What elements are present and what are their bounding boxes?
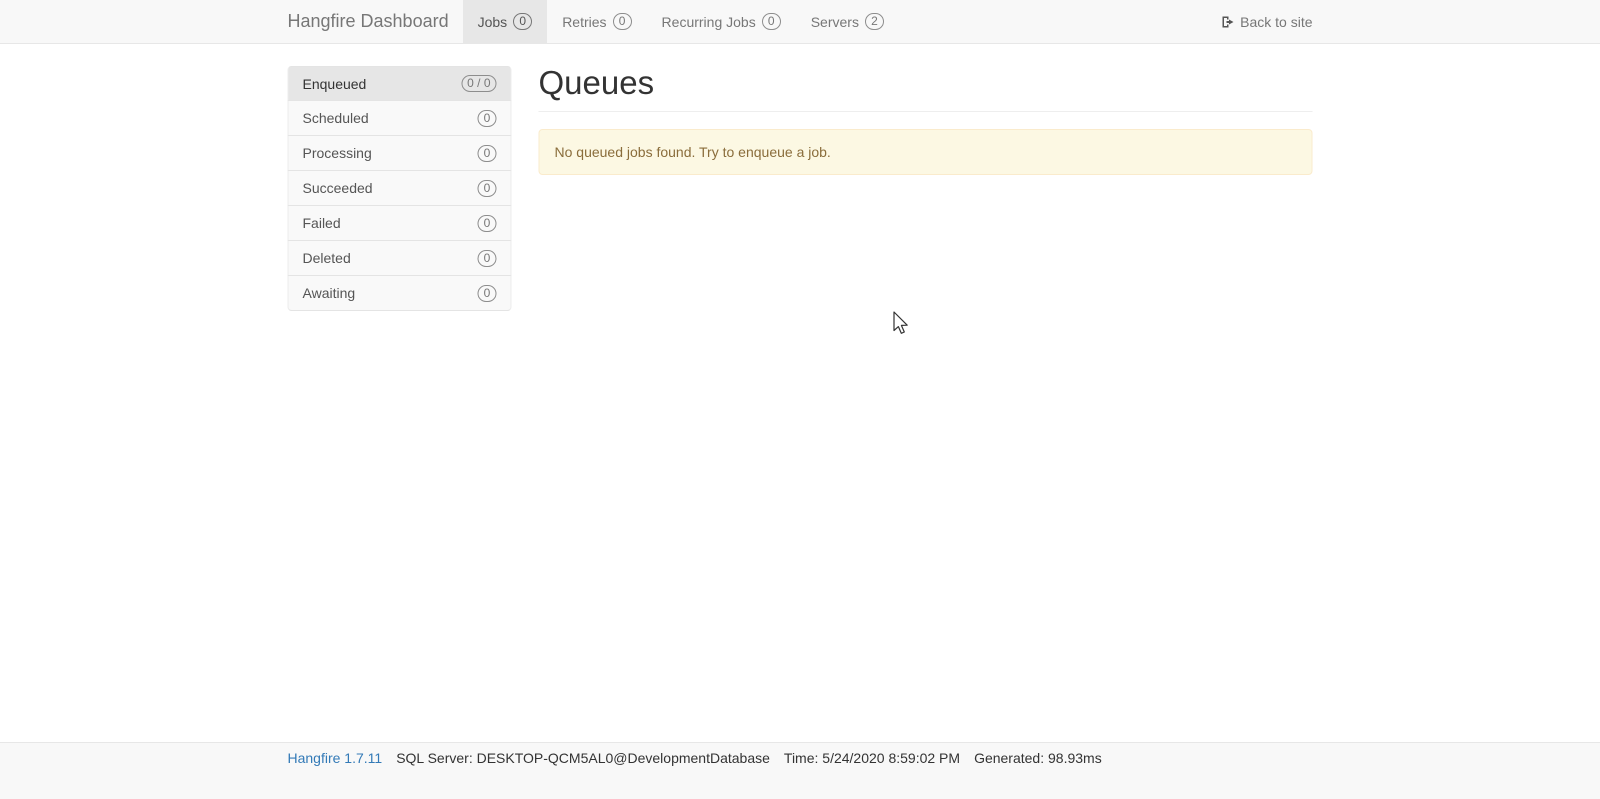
tab-recurring-jobs[interactable]: Recurring Jobs 0	[647, 0, 796, 43]
mouse-cursor	[892, 311, 914, 342]
back-to-site-label: Back to site	[1240, 14, 1312, 30]
tab-servers-label: Servers	[811, 14, 859, 30]
back-to-site-link[interactable]: Back to site	[1221, 0, 1312, 43]
footer: Hangfire 1.7.11 SQL Server: DESKTOP-QCM5…	[0, 742, 1600, 799]
tab-retries-count-badge: 0	[613, 13, 632, 30]
no-jobs-alert: No queued jobs found. Try to enqueue a j…	[539, 129, 1313, 175]
sidebar-item-enqueued-label: Enqueued	[303, 76, 367, 92]
hangfire-version-link[interactable]: Hangfire 1.7.11	[288, 750, 383, 766]
sidebar-item-scheduled-label: Scheduled	[303, 110, 369, 126]
sidebar-item-succeeded[interactable]: Succeeded 0	[288, 171, 512, 206]
navbar-container: Hangfire Dashboard Jobs 0 Retries 0 Recu…	[288, 0, 1313, 43]
jobs-sidebar: Enqueued 0 / 0 Scheduled 0 Processing 0 …	[288, 66, 512, 311]
hangfire-dashboard-page: Hangfire Dashboard Jobs 0 Retries 0 Recu…	[0, 0, 1600, 799]
page-title: Queues	[539, 64, 1313, 112]
sidebar-item-scheduled-badge: 0	[478, 110, 497, 127]
tab-retries-label: Retries	[562, 14, 606, 30]
content-container: Enqueued 0 / 0 Scheduled 0 Processing 0 …	[288, 44, 1313, 311]
sidebar-item-deleted[interactable]: Deleted 0	[288, 241, 512, 276]
tab-servers[interactable]: Servers 2	[796, 0, 899, 43]
sidebar-item-processing-badge: 0	[478, 145, 497, 162]
sidebar-item-deleted-badge: 0	[478, 250, 497, 267]
sidebar-item-enqueued[interactable]: Enqueued 0 / 0	[288, 66, 512, 101]
main-panel: Queues No queued jobs found. Try to enqu…	[539, 44, 1313, 175]
sidebar-item-failed-badge: 0	[478, 215, 497, 232]
sidebar-item-awaiting-badge: 0	[478, 285, 497, 302]
sidebar-item-enqueued-badge: 0 / 0	[461, 75, 496, 92]
sign-out-icon	[1221, 15, 1235, 29]
sidebar-item-awaiting[interactable]: Awaiting 0	[288, 276, 512, 311]
tab-jobs-label: Jobs	[478, 14, 508, 30]
footer-server-time: Time: 5/24/2020 8:59:02 PM	[784, 750, 960, 766]
sidebar-item-scheduled[interactable]: Scheduled 0	[288, 101, 512, 136]
sidebar-item-failed[interactable]: Failed 0	[288, 206, 512, 241]
tab-retries[interactable]: Retries 0	[547, 0, 646, 43]
sidebar-item-processing[interactable]: Processing 0	[288, 136, 512, 171]
sidebar-item-awaiting-label: Awaiting	[303, 285, 356, 301]
footer-storage-info: SQL Server: DESKTOP-QCM5AL0@DevelopmentD…	[396, 750, 770, 766]
sidebar-item-deleted-label: Deleted	[303, 250, 351, 266]
tab-servers-count-badge: 2	[865, 13, 884, 30]
brand-link[interactable]: Hangfire Dashboard	[288, 0, 463, 43]
tab-jobs[interactable]: Jobs 0	[463, 0, 548, 43]
footer-container: Hangfire 1.7.11 SQL Server: DESKTOP-QCM5…	[288, 743, 1313, 766]
tab-jobs-count-badge: 0	[513, 13, 532, 30]
tab-recurring-jobs-label: Recurring Jobs	[662, 14, 756, 30]
tab-recurring-jobs-count-badge: 0	[762, 13, 781, 30]
sidebar-item-failed-label: Failed	[303, 215, 341, 231]
top-navbar: Hangfire Dashboard Jobs 0 Retries 0 Recu…	[0, 0, 1600, 44]
sidebar-item-succeeded-badge: 0	[478, 180, 497, 197]
sidebar-item-processing-label: Processing	[303, 145, 372, 161]
sidebar-item-succeeded-label: Succeeded	[303, 180, 373, 196]
navbar-tabs: Jobs 0 Retries 0 Recurring Jobs 0 Server…	[463, 0, 899, 43]
footer-generated-time: Generated: 98.93ms	[974, 750, 1102, 766]
